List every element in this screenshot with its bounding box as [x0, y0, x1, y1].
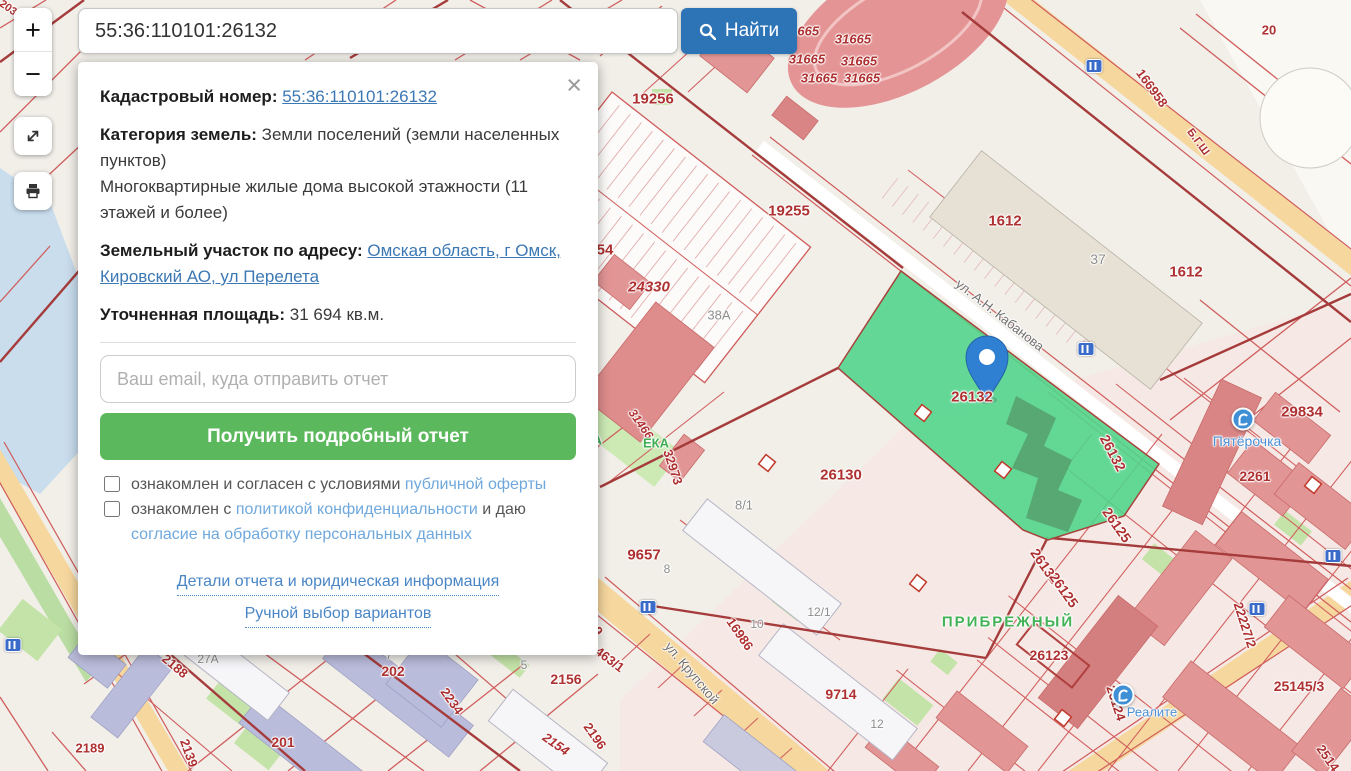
offer-consent-row: ознакомлен и согласен с условиями публич… [100, 472, 576, 497]
map-label: 19256 [632, 91, 674, 108]
map-label: 26123 [1030, 647, 1069, 663]
map-label: 202 [381, 663, 404, 679]
privacy-policy-link[interactable]: политикой конфиденциальности [236, 501, 478, 518]
address-row: Земельный участок по адресу: Омская обла… [100, 238, 576, 290]
map-label: 8/1 [735, 498, 753, 513]
area-value: 31 694 кв.м. [290, 305, 384, 324]
map-label: 9657 [627, 547, 660, 564]
map-label: 2189 [76, 741, 105, 756]
zoom-control: + − [14, 8, 52, 96]
map-label: 26130 [820, 467, 862, 484]
road-sign-icon [1086, 59, 1103, 73]
map-label: 29834 [1281, 404, 1323, 421]
email-input[interactable] [100, 355, 576, 403]
expand-icon [24, 127, 42, 145]
road-sign-icon [1249, 602, 1266, 616]
map[interactable]: 3166531665316653166531665316652032016695… [0, 0, 1351, 771]
land-category-label: Категория земель: [100, 125, 257, 144]
map-label: 12/1 [807, 605, 830, 619]
map-label: 2261 [1239, 468, 1270, 484]
get-report-button[interactable]: Получить подробный отчет [100, 413, 576, 460]
privacy-consent-row: ознакомлен с политикой конфиденциальност… [100, 497, 576, 547]
cadastral-number-row: Кадастровый номер: 55:36:110101:26132 [100, 84, 576, 110]
fullscreen-button[interactable] [14, 117, 52, 155]
map-label: 1612 [1169, 264, 1202, 281]
land-use-value: Многоквартирные жилые дома высокой этажн… [100, 177, 528, 222]
cadastral-number-label: Кадастровый номер: [100, 87, 277, 106]
map-label: 201 [271, 734, 294, 750]
address-label: Земельный участок по адресу: [100, 241, 363, 260]
public-offer-link[interactable]: публичной оферты [405, 476, 546, 493]
personal-data-link[interactable]: согласие на обработку персональных данны… [131, 526, 472, 543]
offer-consent-checkbox[interactable] [104, 476, 120, 492]
map-label: 12 [870, 717, 883, 731]
cadastral-number-link[interactable]: 55:36:110101:26132 [282, 87, 437, 106]
map-label: ЕКА [643, 436, 669, 451]
parcel-info-panel: × Кадастровый номер: 55:36:110101:26132 … [78, 62, 598, 655]
manual-select-link[interactable]: Ручной выбор вариантов [245, 601, 432, 628]
map-label: 31665 [801, 71, 837, 86]
printer-icon [24, 182, 42, 200]
map-label: Пятёрочка [1213, 433, 1282, 449]
map-label: ПРИБРЕЖНЫЙ [942, 614, 1074, 631]
report-details-link[interactable]: Детали отчета и юридическая информация [177, 569, 500, 596]
close-icon[interactable]: × [566, 72, 582, 99]
poi-store-icon[interactable] [1232, 408, 1255, 431]
print-button[interactable] [14, 172, 52, 210]
map-label: 25145/3 [1274, 678, 1325, 694]
search-button[interactable]: Найти [681, 8, 797, 54]
zoom-in-button[interactable]: + [14, 8, 52, 52]
road-sign-icon [1325, 549, 1342, 563]
map-label: 26132 [951, 389, 993, 406]
privacy-consent-checkbox[interactable] [104, 501, 120, 517]
map-label: 8 [664, 562, 671, 576]
map-label: 54 [597, 242, 614, 259]
map-label: 38А [707, 308, 730, 323]
area-row: Уточненная площадь: 31 694 кв.м. [100, 302, 576, 328]
map-label: 9714 [825, 686, 856, 702]
road-sign-icon [1078, 342, 1095, 356]
map-label: Реалите [1127, 705, 1177, 720]
land-category-row: Категория земель: Земли поселений (земли… [100, 122, 576, 226]
search-icon [699, 23, 716, 40]
map-label: 10 [750, 617, 763, 631]
road-sign-icon [5, 638, 22, 652]
consent-checkboxes: ознакомлен и согласен с условиями публич… [100, 472, 576, 547]
privacy-consent-text2: и даю [482, 501, 526, 518]
map-label: 19255 [768, 203, 810, 220]
zoom-out-button[interactable]: − [14, 52, 52, 96]
area-label: Уточненная площадь: [100, 305, 285, 324]
search-button-label: Найти [725, 20, 779, 42]
map-label: 2156 [550, 671, 581, 687]
road-sign-icon [640, 600, 657, 614]
map-label: 31665 [841, 54, 877, 69]
map-label: 37 [1090, 251, 1106, 267]
privacy-consent-text: ознакомлен с [131, 501, 231, 518]
search-input[interactable] [78, 8, 678, 54]
panel-footer-links: Детали отчета и юридическая информация Р… [100, 569, 576, 633]
map-label: 31665 [835, 32, 871, 47]
map-label: 20 [1262, 23, 1276, 38]
poi-icon[interactable] [1112, 684, 1135, 707]
map-label: 31665 [789, 52, 825, 67]
map-label: 24330 [628, 279, 670, 296]
map-label: 5 [521, 658, 528, 672]
map-label: 31665 [844, 71, 880, 86]
divider [100, 342, 576, 343]
map-label: 1612 [988, 213, 1021, 230]
offer-consent-text: ознакомлен и согласен с условиями [131, 476, 400, 493]
